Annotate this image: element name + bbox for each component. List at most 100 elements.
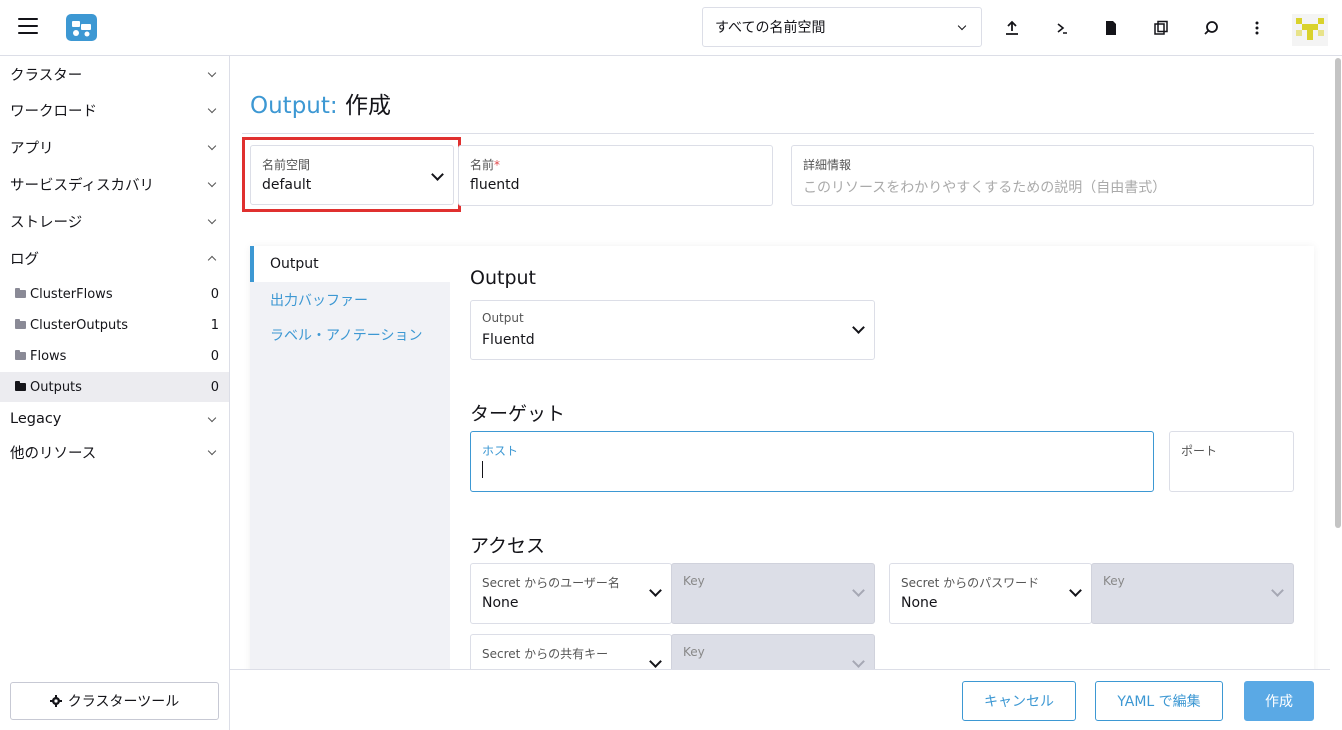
sidebar-group-service-discovery[interactable]: サービスディスカバリ xyxy=(0,167,229,201)
name-label: 名前 xyxy=(470,158,495,172)
chevron-down-icon xyxy=(1069,584,1082,597)
username-key-label: Key xyxy=(683,574,705,588)
chevron-up-icon xyxy=(207,255,217,264)
page-title-resource[interactable]: Output: xyxy=(250,93,338,119)
sidebar-item-label: ClusterOutputs xyxy=(30,317,129,333)
chevron-down-icon xyxy=(207,413,217,422)
more-vertical-icon[interactable] xyxy=(1243,14,1271,42)
sidebar: クラスター ワークロード アプリ サービスディスカバリ ストレージ ログ Clu… xyxy=(0,56,230,730)
create-button[interactable]: 作成 xyxy=(1244,681,1314,721)
port-input[interactable]: ポート xyxy=(1169,431,1294,492)
sidebar-group-label: Legacy xyxy=(10,411,62,427)
cancel-label: キャンセル xyxy=(984,694,1054,710)
sidebar-item-count: 1 xyxy=(210,317,219,333)
folder-open-icon xyxy=(15,381,26,391)
tab-label: Output xyxy=(270,256,319,272)
sidebar-group-storage[interactable]: ストレージ xyxy=(0,204,229,238)
cluster-tools-button[interactable]: クラスターツール xyxy=(10,682,219,720)
cluster-tools-label: クラスターツール xyxy=(67,694,180,710)
password-key-select: Key xyxy=(1091,563,1294,624)
password-secret-label: Secret からのパスワード xyxy=(901,576,1040,590)
shared-key-key-label: Key xyxy=(683,645,705,659)
chevron-down-icon xyxy=(649,655,662,668)
sidebar-group-legacy[interactable]: Legacy xyxy=(0,402,229,436)
sidebar-item-count: 0 xyxy=(210,348,219,364)
chevron-down-icon xyxy=(852,655,865,668)
sidebar-group-cluster[interactable]: クラスター xyxy=(0,57,229,91)
file-icon[interactable] xyxy=(1097,14,1125,42)
port-label: ポート xyxy=(1181,444,1218,458)
rancher-logo-icon[interactable] xyxy=(66,14,97,41)
sidebar-group-other-resources[interactable]: 他のリソース xyxy=(0,435,229,469)
cancel-button[interactable]: キャンセル xyxy=(962,681,1076,721)
scrollbar-thumb[interactable] xyxy=(1335,58,1341,528)
tab-output[interactable]: Output xyxy=(250,246,450,282)
username-secret-value: None xyxy=(482,595,519,611)
output-type-label: Output xyxy=(482,311,524,325)
divider xyxy=(242,133,1314,134)
edit-yaml-label: YAML で編集 xyxy=(1117,694,1201,710)
copy-icon[interactable] xyxy=(1147,14,1175,42)
username-secret-select[interactable]: Secret からのユーザー名 None xyxy=(470,563,672,624)
chevron-down-icon xyxy=(207,141,217,150)
shell-icon[interactable] xyxy=(1048,14,1076,42)
sidebar-item-flows[interactable]: Flows 0 xyxy=(0,341,229,371)
menu-icon[interactable] xyxy=(18,18,38,36)
sidebar-group-label: サービスディスカバリ xyxy=(10,177,154,194)
description-input[interactable]: 詳細情報 このリソースをわかりやすくするための説明（自由書式） xyxy=(791,145,1314,206)
namespace-filter-value: すべての名前空間 xyxy=(715,20,826,36)
form-footer: キャンセル YAML で編集 作成 xyxy=(230,669,1330,730)
side-tabs: Output 出力バッファー ラベル・アノテーション xyxy=(250,246,450,676)
tab-output-buffer[interactable]: 出力バッファー xyxy=(250,282,450,318)
chevron-down-icon xyxy=(1271,584,1284,597)
sidebar-group-label: アプリ xyxy=(10,140,54,157)
upload-icon[interactable] xyxy=(998,14,1026,42)
sidebar-item-outputs[interactable]: Outputs 0 xyxy=(0,372,229,402)
username-key-select: Key xyxy=(671,563,875,624)
output-type-select[interactable]: Output Fluentd xyxy=(470,300,875,360)
user-avatar[interactable] xyxy=(1292,14,1328,46)
gear-icon xyxy=(49,695,62,707)
chevron-down-icon xyxy=(207,446,217,455)
sidebar-item-clusteroutputs[interactable]: ClusterOutputs 1 xyxy=(0,310,229,340)
password-secret-select[interactable]: Secret からのパスワード None xyxy=(889,563,1092,624)
sidebar-group-apps[interactable]: アプリ xyxy=(0,130,229,164)
sidebar-item-count: 0 xyxy=(210,379,219,395)
search-icon[interactable] xyxy=(1197,14,1225,42)
text-cursor xyxy=(482,461,483,478)
description-placeholder: このリソースをわかりやすくするための説明（自由書式） xyxy=(803,180,1167,196)
access-heading: アクセス xyxy=(470,535,546,557)
sidebar-group-logging[interactable]: ログ xyxy=(0,241,229,275)
sidebar-group-label: クラスター xyxy=(10,67,83,84)
chevron-down-icon xyxy=(852,584,865,597)
folder-icon xyxy=(15,319,26,329)
sidebar-item-label: Flows xyxy=(30,348,67,364)
sidebar-item-label: ClusterFlows xyxy=(30,286,113,302)
host-input[interactable]: ホスト xyxy=(470,431,1154,492)
tabbed-panel: Output 出力バッファー ラベル・アノテーション Output Output… xyxy=(250,246,1314,695)
sidebar-item-count: 0 xyxy=(210,286,219,302)
sidebar-group-workload[interactable]: ワークロード xyxy=(0,93,229,127)
page-scrollbar[interactable] xyxy=(1333,56,1342,730)
chevron-down-icon xyxy=(852,321,865,334)
page-title-action: 作成 xyxy=(344,93,391,119)
chevron-down-icon xyxy=(207,215,217,224)
chevron-down-icon xyxy=(207,104,217,113)
name-value: fluentd xyxy=(470,177,520,193)
namespace-filter-select[interactable]: すべての名前空間 xyxy=(702,7,982,47)
required-marker: * xyxy=(494,158,501,172)
sidebar-group-label: ログ xyxy=(10,251,39,268)
sidebar-group-label: ストレージ xyxy=(10,214,83,231)
edit-yaml-button[interactable]: YAML で編集 xyxy=(1095,681,1223,721)
create-label: 作成 xyxy=(1265,694,1293,710)
name-input[interactable]: 名前* fluentd xyxy=(458,145,773,206)
folder-icon xyxy=(15,288,26,298)
shared-key-secret-label: Secret からの共有キー xyxy=(482,647,609,661)
main-content: Output: 作成 名前空間 default 名前* fluentd 詳細情報… xyxy=(230,56,1330,695)
output-heading: Output xyxy=(470,267,536,289)
tab-labels-annotations[interactable]: ラベル・アノテーション xyxy=(250,317,450,353)
sidebar-item-clusterflows[interactable]: ClusterFlows 0 xyxy=(0,279,229,309)
output-type-value: Fluentd xyxy=(482,332,535,348)
sidebar-group-label: ワークロード xyxy=(10,103,97,120)
chevron-down-icon xyxy=(649,584,662,597)
